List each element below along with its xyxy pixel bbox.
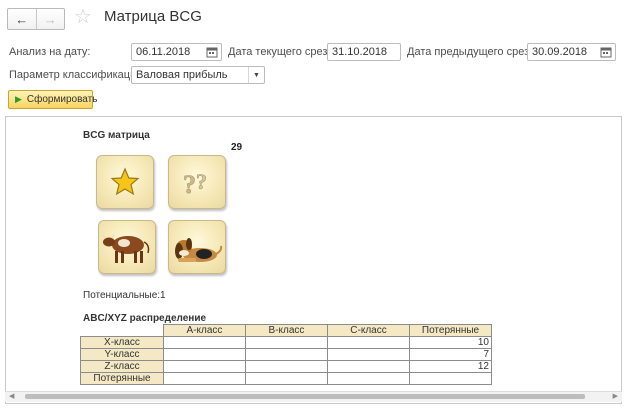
table-cell	[327, 336, 410, 349]
dog-tile[interactable]	[168, 220, 226, 274]
svg-text:?: ?	[196, 169, 207, 194]
back-button[interactable]: ←	[8, 9, 37, 29]
abc-title: ABC/XYZ распределение	[83, 313, 207, 324]
question-icon: ? ?	[183, 169, 208, 199]
table-cell	[409, 372, 492, 385]
row-header: Y-класс	[80, 348, 164, 361]
bcg-title: BCG матрица	[83, 130, 150, 141]
table-cell	[245, 360, 328, 373]
previous-cut-value: 30.09.2018	[532, 46, 588, 58]
scroll-left-icon[interactable]: ◀	[9, 392, 14, 400]
table-corner-cell	[80, 324, 164, 337]
table-cell	[327, 360, 410, 373]
analysis-date-value: 06.11.2018	[136, 46, 191, 58]
generate-label: Сформировать	[26, 94, 98, 105]
table-cell: 12	[409, 360, 492, 373]
report-panel: BCG матрица 29 ? ? Потенциальные:1 ABC/X…	[5, 116, 622, 404]
calendar-icon[interactable]	[206, 46, 218, 58]
table-cell	[245, 348, 328, 361]
svg-text:?: ?	[183, 170, 196, 199]
param-value: Валовая прибыль	[136, 69, 228, 81]
horizontal-scrollbar[interactable]: ◀ ▶	[5, 391, 622, 402]
table-cell	[163, 372, 246, 385]
table-header-row: A-класс B-класс C-класс Потерянные	[80, 324, 492, 337]
table-cell	[245, 336, 328, 349]
scrollbar-thumb[interactable]	[25, 394, 585, 399]
param-select[interactable]: Валовая прибыль ▼	[131, 66, 265, 84]
chevron-down-icon[interactable]: ▼	[248, 67, 264, 83]
col-header-lost: Потерянные	[409, 324, 492, 337]
question-tile[interactable]: ? ?	[168, 155, 226, 209]
previous-cut-label: Дата предыдущего среза:	[407, 46, 539, 58]
dog-icon	[175, 238, 223, 262]
table-row: Потерянные	[80, 372, 492, 385]
col-header-b: B-класс	[245, 324, 328, 337]
table-cell	[163, 336, 246, 349]
page-title: Матрица BCG	[104, 8, 202, 25]
star-icon	[110, 167, 140, 196]
row-header: Z-класс	[80, 360, 164, 373]
current-cut-value: 31.10.2018	[332, 46, 388, 58]
table-cell	[163, 360, 246, 373]
analysis-date-field[interactable]: 06.11.2018	[131, 43, 222, 61]
row-header: Потерянные	[80, 372, 164, 385]
table-cell	[245, 372, 328, 385]
table-cell: 10	[409, 336, 492, 349]
previous-cut-field[interactable]: 30.09.2018	[527, 43, 616, 61]
forward-button[interactable]: →	[37, 9, 65, 29]
row-header: X-класс	[80, 336, 164, 349]
table-cell: 7	[409, 348, 492, 361]
table-cell	[163, 348, 246, 361]
potential-text: Потенциальные:1	[83, 290, 166, 301]
table-row: Z-класс 12	[80, 360, 492, 373]
calendar-icon[interactable]	[600, 46, 612, 58]
star-tile[interactable]	[96, 155, 154, 209]
current-cut-label: Дата текущего среза:	[228, 46, 337, 58]
header-bar: ← → ☆ Матрица BCG	[0, 0, 627, 36]
table-cell	[327, 348, 410, 361]
table-row: X-класс 10	[80, 336, 492, 349]
table-row: Y-класс 7	[80, 348, 492, 361]
nav-buttons: ← →	[7, 8, 65, 30]
bcg-count: 29	[231, 142, 243, 153]
generate-button[interactable]: ▶ Сформировать	[8, 90, 97, 109]
col-header-c: C-класс	[327, 324, 410, 337]
param-label: Параметр классификации:	[9, 69, 146, 81]
play-icon: ▶	[15, 94, 22, 104]
cow-icon	[102, 234, 150, 263]
favorite-star-icon[interactable]: ☆	[74, 5, 92, 29]
scroll-right-icon[interactable]: ▶	[613, 392, 618, 400]
col-header-a: A-класс	[163, 324, 246, 337]
table-cell	[327, 372, 410, 385]
current-cut-field[interactable]: 31.10.2018	[327, 43, 401, 61]
abc-xyz-table: A-класс B-класс C-класс Потерянные X-кла…	[80, 324, 492, 385]
cow-tile[interactable]	[98, 220, 156, 274]
analysis-date-label: Анализ на дату:	[9, 46, 91, 58]
